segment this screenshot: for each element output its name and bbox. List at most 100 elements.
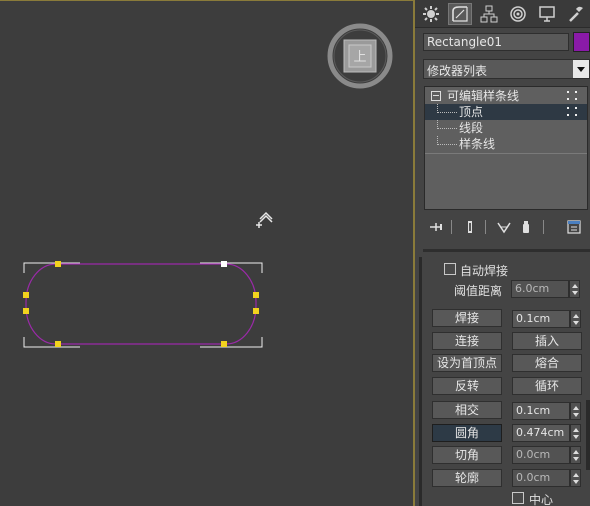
modifier-list-dropdown[interactable]: 修改器列表 [423,59,590,79]
instance-dots-icon [567,91,579,101]
viewcube-icon[interactable]: 上 [327,23,393,89]
toolbar-separator [451,220,452,234]
threshold-spinner[interactable]: 6.0cm [511,280,581,298]
center-checkbox[interactable] [512,492,524,504]
weld-button[interactable]: 焊接 [432,309,502,327]
spline-rectangle[interactable] [20,259,266,351]
move-cursor-icon [256,211,273,228]
connect-button[interactable]: 连接 [432,332,502,350]
modify-tab[interactable] [448,3,472,25]
weld-input[interactable]: 0.1cm [512,310,570,328]
stack-item-spline[interactable]: 样条线 [425,136,587,152]
make-first-button[interactable]: 设为首顶点 [432,354,502,372]
spinner-arrows-icon[interactable] [570,424,581,442]
cycle-button[interactable]: 循环 [512,377,582,395]
modifier-list-label: 修改器列表 [427,64,488,78]
tree-line [437,104,457,113]
pin-stack-icon [430,223,442,231]
spinner-arrows-icon[interactable] [570,446,581,464]
chamfer-button[interactable]: 切角 [432,446,502,464]
cross-insert-button[interactable]: 相交 [432,401,502,419]
auto-weld-label: 自动焊接 [460,264,509,278]
configure-sets-icon [567,220,581,234]
spinner-arrows-icon[interactable] [570,469,581,487]
command-panel: Rectangle01 修改器列表 可编辑样条线 顶点 线段 样条线 自动焊接 … [415,0,590,506]
vertex-handle[interactable] [221,341,227,347]
object-name-input[interactable]: Rectangle01 [423,33,569,51]
show-end-result-icon [468,221,472,233]
object-color-swatch[interactable] [573,32,590,52]
stack-item-label: 可编辑样条线 [447,89,520,103]
outline-input[interactable]: 0.0cm [512,469,570,487]
weld-spinner[interactable]: 0.1cm [512,310,582,328]
stack-item-segment[interactable]: 线段 [425,120,587,136]
remove-modifier-button[interactable] [515,217,537,237]
command-panel-tabs [415,0,590,28]
stack-item-label: 样条线 [459,137,496,151]
outline-button[interactable]: 轮廓 [432,469,502,487]
modify-icon [452,6,468,22]
tree-line [437,136,457,145]
viewport[interactable]: 上 [0,0,414,506]
vertex-handle[interactable] [55,341,61,347]
reverse-button[interactable]: 反转 [432,377,502,395]
stack-item-label: 线段 [459,121,484,135]
chamfer-input[interactable]: 0.0cm [512,446,570,464]
motion-icon [510,6,526,22]
fuse-button[interactable]: 熔合 [512,354,582,372]
stack-item-label: 顶点 [459,105,484,119]
toolbar-separator [485,220,486,234]
panel-divider [423,249,590,252]
tree-line [437,120,457,129]
display-icon [539,6,555,22]
threshold-label: 阈值距离 [454,284,503,298]
vertex-handle[interactable] [253,308,259,314]
collapse-icon[interactable] [431,91,441,101]
stack-item-editable-spline[interactable]: 可编辑样条线 [425,88,587,104]
vertex-handle[interactable] [23,292,29,298]
create-icon [423,6,439,22]
spinner-arrows-icon[interactable] [569,280,580,298]
remove-modifier-icon [523,221,529,233]
configure-sets-button[interactable] [563,217,585,237]
viewcube-face-label: 上 [353,50,366,65]
stack-toolbar [423,216,588,238]
motion-tab[interactable] [506,3,530,25]
fillet-spinner[interactable]: 0.474cm [512,424,582,442]
hierarchy-icon [480,5,498,23]
pin-stack-button[interactable] [425,217,447,237]
fillet-button[interactable]: 圆角 [432,424,502,442]
toolbar-separator [543,220,544,234]
spinner-arrows-icon[interactable] [570,310,581,328]
center-label: 中心 [529,493,554,506]
chevron-down-icon[interactable] [573,60,589,78]
rollout-border [419,257,422,506]
utilities-tab[interactable] [564,3,588,25]
chamfer-spinner[interactable]: 0.0cm [512,446,582,464]
make-unique-icon [497,222,511,234]
create-tab[interactable] [419,3,443,25]
fillet-input[interactable]: 0.474cm [512,424,570,442]
auto-weld-checkbox[interactable] [444,263,456,275]
modifier-stack: 可编辑样条线 顶点 线段 样条线 [424,86,588,210]
insert-button[interactable]: 插入 [512,332,582,350]
stack-divider [425,153,587,154]
vertex-handle[interactable] [221,261,227,267]
vertex-handle[interactable] [23,308,29,314]
instance-dots-icon [567,107,579,117]
cross-insert-input[interactable]: 0.1cm [512,402,570,420]
vertex-handle[interactable] [55,261,61,267]
panel-scrollbar[interactable] [586,400,590,470]
show-end-result-button[interactable] [459,217,481,237]
hierarchy-tab[interactable] [477,3,501,25]
cross-insert-spinner[interactable]: 0.1cm [512,402,582,420]
vertex-handle[interactable] [253,292,259,298]
spinner-arrows-icon[interactable] [570,402,581,420]
stack-item-vertex[interactable]: 顶点 [425,104,587,120]
geometry-rollout: 自动焊接 阈值距离 6.0cm 焊接 0.1cm 连接 插入 设为首顶点 熔合 … [419,257,590,506]
threshold-input[interactable]: 6.0cm [511,280,569,298]
outline-spinner[interactable]: 0.0cm [512,469,582,487]
make-unique-button[interactable] [493,217,515,237]
utilities-icon [569,6,583,22]
display-tab[interactable] [535,3,559,25]
